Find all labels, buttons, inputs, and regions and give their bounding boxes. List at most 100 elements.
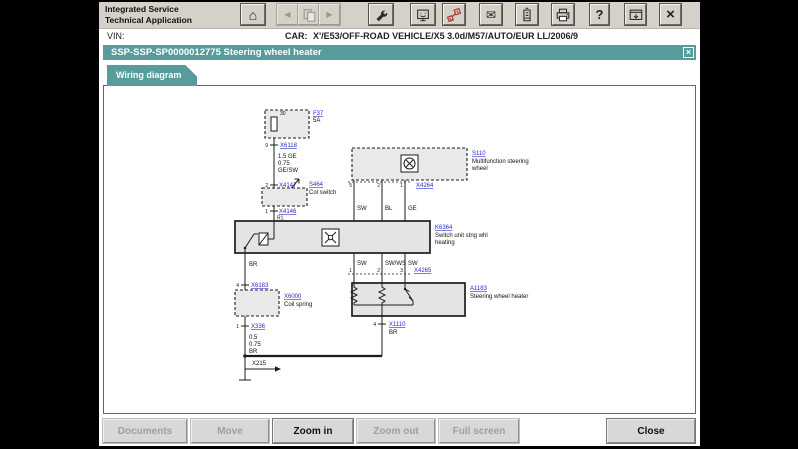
heater-wire: BR [389, 330, 398, 336]
control-unit-name1: Switch unit stng whl [435, 233, 488, 239]
zoom-in-label: Zoom in [293, 425, 333, 437]
ground-ref-label: X215 [252, 361, 267, 367]
connector-button[interactable] [442, 3, 466, 26]
document-title-bar: SSP-SSP-SP0000012775 Steering wheel heat… [103, 45, 696, 60]
move-label: Move [217, 425, 243, 437]
zoom-out-button: Zoom out [356, 418, 436, 444]
heater-pin: 4 [373, 322, 376, 328]
ground-wire-color: BR [249, 262, 258, 268]
heater-wire-color-3: SW [408, 261, 418, 267]
move-button: Move [190, 418, 270, 444]
workshop-button[interactable] [410, 3, 436, 26]
heater-conn-label[interactable]: X4265 [414, 268, 432, 274]
ground-conn2-pin: 1 [236, 324, 239, 330]
msw-wire-color-1: SW [357, 206, 367, 212]
ground-ref-arrow [245, 366, 281, 372]
feed-wire-spec-2: 0.75 [278, 161, 290, 167]
exit-button[interactable]: × [659, 3, 682, 26]
control-unit-label[interactable]: K6364 [435, 225, 453, 231]
col-switch-name: Col switch [309, 190, 336, 196]
ground-conn1-label[interactable]: X6183 [251, 283, 269, 289]
window-arrow-icon [629, 9, 642, 20]
help-button[interactable]: ? [589, 3, 610, 26]
vehicle-info-bar: VIN: CAR: X'/E53/OFF-ROAD VEHICLE/X5 3.0… [99, 29, 700, 44]
document-close-icon: × [685, 47, 692, 57]
ground-spec-2: 0.75 [249, 342, 261, 348]
feed-wire-spec-1: 1.5 GE [278, 154, 297, 160]
connector-plug-icon [446, 7, 462, 22]
operations-button[interactable] [368, 3, 394, 26]
ground-spec-3: BR [249, 349, 258, 355]
document-close-button[interactable]: × [683, 47, 694, 58]
heater-feed-pin-2: 2 [377, 268, 380, 274]
document-title: SSP-SSP-SP0000012775 Steering wheel heat… [111, 47, 322, 58]
heater-wire-color-1: SW [357, 261, 367, 267]
print-button[interactable] [551, 3, 575, 26]
heater-feed-pin-3: 3 [400, 268, 403, 274]
conn-a-pin: 9 [265, 143, 268, 149]
heater-label[interactable]: A1183 [470, 286, 488, 292]
zoom-in-button[interactable]: Zoom in [272, 418, 354, 444]
tab-wiring-diagram[interactable]: Wiring diagram [107, 65, 197, 86]
documents-label: Documents [117, 425, 173, 437]
conn-c-label[interactable]: X4146 [279, 209, 297, 215]
ground-conn1-pin: 4 [236, 283, 239, 289]
forward-icon: ▶ [326, 10, 333, 19]
msw-name1: Multifunction steering [472, 159, 529, 165]
fuse-name-label[interactable]: F37 [313, 111, 324, 117]
msw-pin-3: 1 [400, 183, 403, 189]
monitor-face-icon [417, 9, 429, 21]
app-title-line2: Technical Application [105, 14, 192, 25]
wiring-diagram: 30 F37 5A 9 X6118 1.5 GE 0.75 GE/SW 2 X4… [234, 109, 529, 381]
tab-label: Wiring diagram [116, 70, 182, 80]
ground-spec-1: 0.5 [249, 335, 258, 341]
coil-spring-box [234, 289, 280, 317]
msw-name2: wheel [471, 166, 488, 172]
battery-icon [523, 7, 531, 21]
close-label: Close [637, 425, 665, 437]
back-button: ◀ [276, 3, 299, 26]
window-mode-button[interactable] [624, 3, 647, 26]
heater-name: Steering wheel heater [470, 294, 528, 300]
forward-button: ▶ [318, 3, 341, 26]
control-unit-icon [321, 228, 340, 247]
pages-button [297, 3, 320, 26]
msw-wire-color-2: BL [385, 206, 393, 212]
pages-icon [303, 8, 315, 22]
msw-wire-color-3: GE [408, 206, 417, 212]
fuse-symbol [270, 116, 278, 132]
conn-c-pin: 1 [265, 209, 268, 215]
steering-wheel-icon [400, 154, 419, 173]
zoom-out-label: Zoom out [373, 425, 419, 437]
col-switch-label[interactable]: S464 [309, 182, 324, 188]
app-header: Integrated Service Technical Application… [99, 2, 700, 29]
wrench-icon [376, 9, 388, 21]
ground-conn2-label[interactable]: X336 [251, 324, 266, 330]
help-icon: ? [595, 7, 604, 22]
heater-wire-color-2: SW/WS [385, 261, 406, 267]
fuse-amp-label: 5A [313, 118, 320, 124]
msw-pin-2: 2 [377, 183, 380, 189]
mail-button[interactable]: ✉ [479, 3, 503, 26]
msw-label[interactable]: S110 [472, 151, 486, 157]
close-button[interactable]: Close [606, 418, 696, 444]
column-switch-box [261, 187, 308, 207]
full-screen-button: Full screen [438, 418, 520, 444]
car-value: X'/E53/OFF-ROAD VEHICLE/X5 3.0d/M57/AUTO… [313, 31, 579, 41]
home-button[interactable]: ⌂ [240, 3, 266, 26]
heater-conn[interactable]: X1110 [389, 322, 406, 328]
coil-spring-name: Coil spring [284, 302, 312, 308]
heater-box [351, 282, 466, 317]
feed-wire-spec-3: GE/SW [278, 168, 298, 174]
battery-button[interactable] [515, 3, 539, 26]
ista-application-window: Integrated Service Technical Application… [99, 2, 700, 446]
conn-a-label[interactable]: X6118 [280, 143, 298, 149]
back-icon: ◀ [284, 10, 291, 19]
msw-pin-1: 5 [349, 183, 352, 189]
msw-conn-label[interactable]: X4264 [416, 183, 434, 189]
full-screen-label: Full screen [452, 425, 506, 437]
app-title-line1: Integrated Service [105, 4, 179, 14]
home-icon: ⌂ [248, 6, 258, 23]
close-icon: × [666, 6, 675, 23]
coil-spring-label[interactable]: X6000 [284, 294, 302, 300]
